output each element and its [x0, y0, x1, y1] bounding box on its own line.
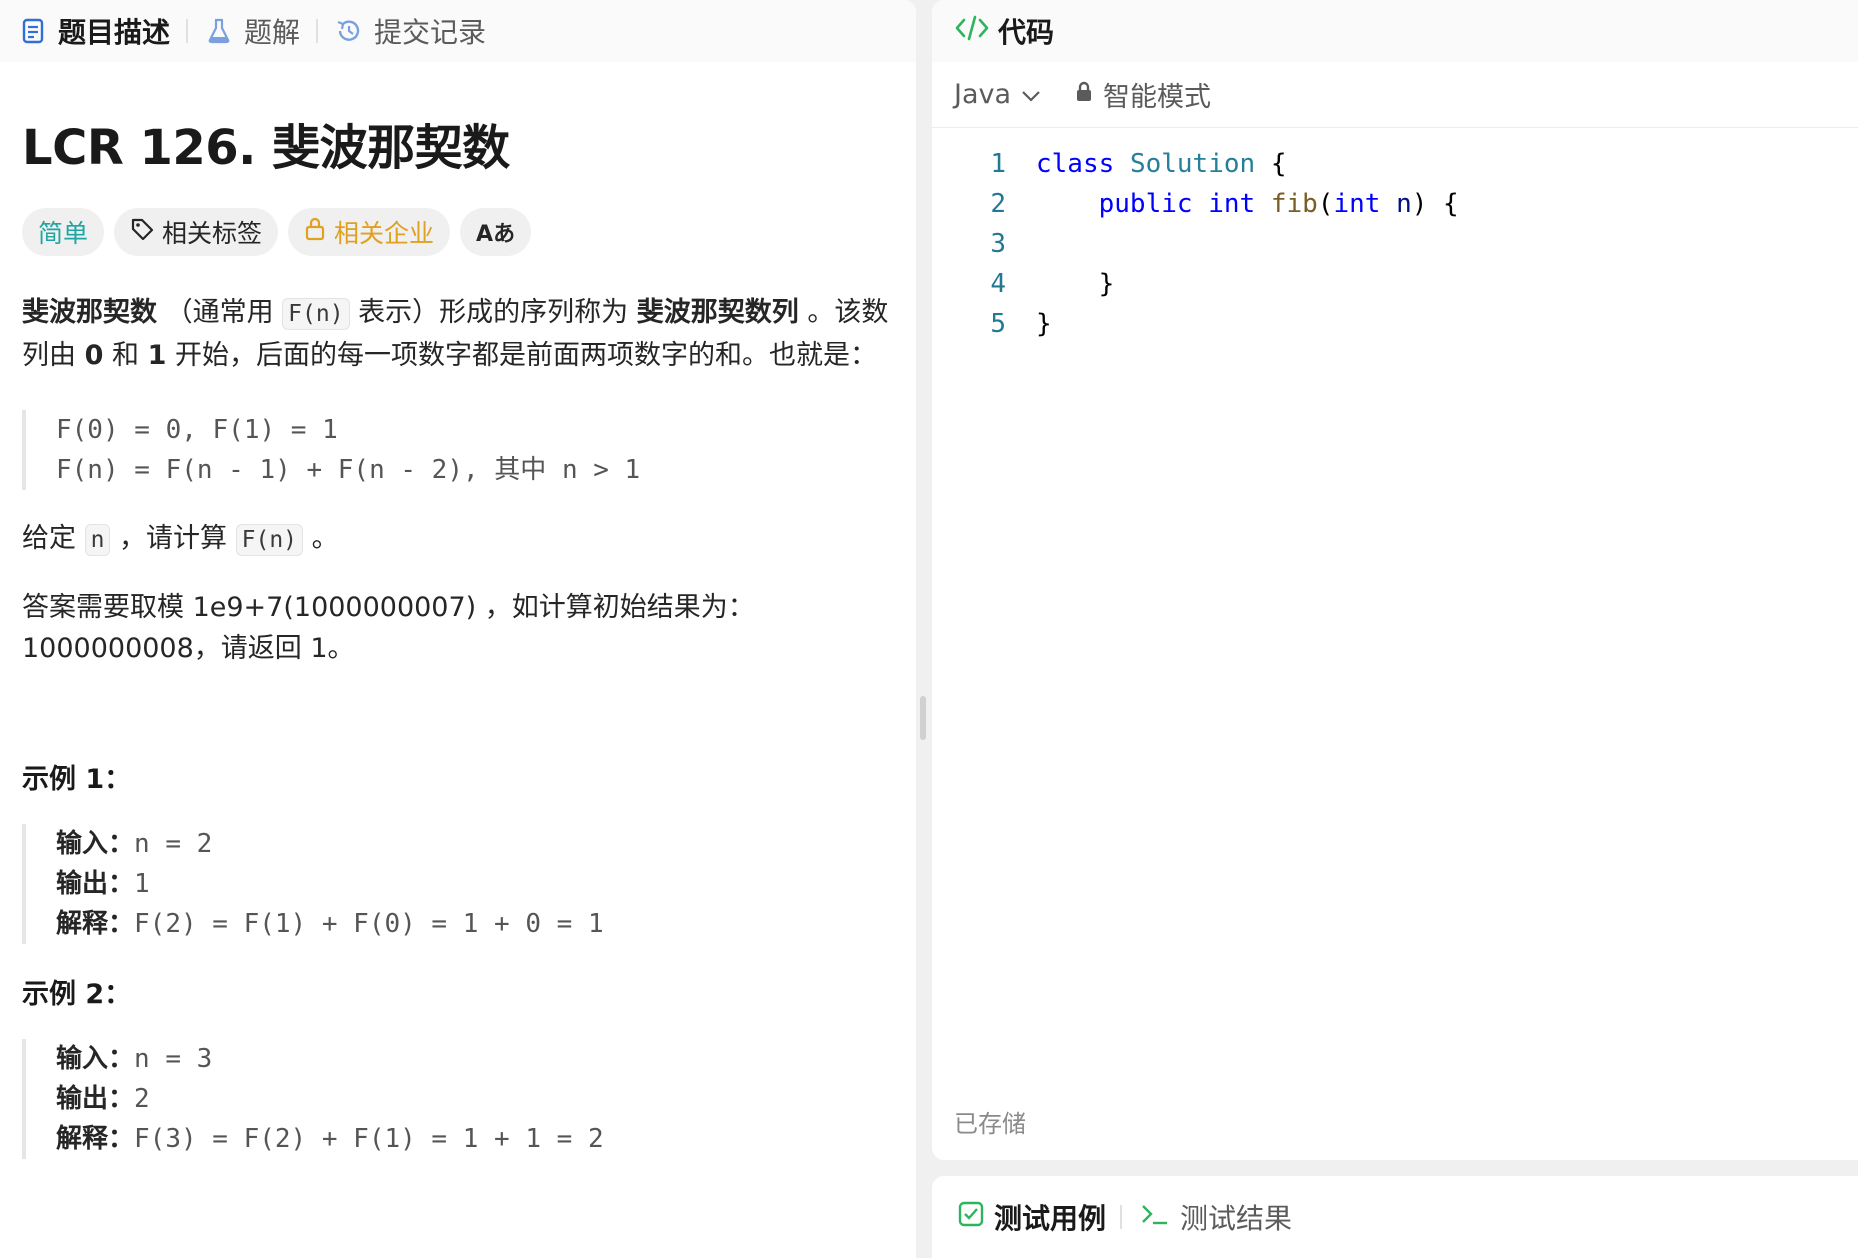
code-line: 5 }: [932, 304, 1858, 344]
related-companies-label: 相关企业: [334, 219, 435, 248]
example-explanation: F(2) = F(1) + F(0) = 1 + 0 = 1: [134, 909, 604, 939]
code-line: 1 class Solution {: [932, 144, 1858, 184]
language-select[interactable]: Java: [954, 79, 1041, 110]
desc-bold-seq: 斐波那契数列: [636, 297, 799, 328]
tab-divider: [186, 19, 189, 43]
line-number: 5: [990, 309, 1006, 339]
example-2-title: 示例 2：: [22, 979, 132, 1010]
left-tab-bar: 题目描述 题解 提交记录: [0, 0, 916, 62]
given-text: ，请计算: [110, 523, 236, 554]
desc-bold-one: 1: [147, 340, 167, 371]
code-panel-header: 代码: [932, 0, 1858, 62]
desc-text: （通常用: [157, 297, 283, 328]
code-line: 4 }: [932, 264, 1858, 304]
tab-description-label: 题目描述: [58, 16, 171, 49]
tab-submissions-label: 提交记录: [374, 16, 487, 49]
code-panel-title: 代码: [998, 16, 1055, 49]
example-1-title: 示例 1：: [22, 764, 132, 795]
tab-submissions[interactable]: 提交记录: [334, 0, 502, 62]
related-tags-button[interactable]: 相关标签: [114, 208, 279, 256]
panel-resize-handle[interactable]: [920, 696, 926, 740]
tab-description[interactable]: 题目描述: [18, 0, 186, 62]
input-label: 输入：: [56, 829, 135, 859]
explanation-label: 解释：: [56, 1124, 135, 1154]
desc-bold-zero: 0: [84, 340, 104, 371]
line-number: 1: [990, 149, 1006, 179]
translate-icon: Aあ: [476, 222, 516, 247]
inline-code: n: [84, 524, 111, 556]
example-1-block: 输入：n = 2 输出：1 解释：F(2) = F(1) + F(0) = 1 …: [22, 824, 894, 944]
related-companies-button[interactable]: 相关企业: [288, 208, 451, 256]
code-panel: 代码 Java 智能模式 1 class Solution { 2 public…: [932, 0, 1858, 1160]
formula-line: F(0) = 0, F(1) = 1: [56, 415, 338, 445]
smart-mode-label: 智能模式: [1103, 82, 1212, 113]
desc-text: 和: [103, 340, 148, 371]
tab-test-results-label: 测试结果: [1180, 1202, 1293, 1235]
lock-icon: [1075, 79, 1093, 110]
problem-content: LCR 126. 斐波那契数 简单 相关标签 相关企业 Aあ 斐波那契数 （通常…: [0, 108, 916, 1159]
test-panel-tabs: 测试用例 测试结果: [932, 1176, 1858, 1258]
example-explanation: F(3) = F(2) + F(1) = 1 + 1 = 2: [134, 1124, 604, 1154]
editor-toolbar: Java 智能模式: [932, 62, 1858, 128]
example-input: n = 3: [134, 1044, 213, 1074]
given-text: 。: [303, 523, 339, 554]
line-number: 4: [990, 269, 1006, 299]
line-number: 3: [990, 229, 1006, 259]
terminal-icon: [1140, 1201, 1170, 1234]
smart-mode-button[interactable]: 智能模式: [1075, 75, 1211, 114]
desc-bold-fib: 斐波那契数: [22, 297, 157, 328]
inline-code: F(n): [235, 524, 304, 556]
flask-icon: [204, 16, 234, 46]
example-input: n = 2: [134, 829, 213, 859]
history-icon: [334, 16, 364, 46]
code-line: 2 public int fib(int n) {: [932, 184, 1858, 224]
lock-icon: [304, 217, 326, 247]
code-text: }: [1036, 269, 1115, 299]
given-statement: 给定 n ，请计算 F(n) 。: [22, 518, 894, 561]
tab-test-results[interactable]: 测试结果: [1140, 1197, 1292, 1237]
code-line: 3: [932, 224, 1858, 264]
checkbox-icon: [958, 1201, 984, 1234]
tag-row: 简单 相关标签 相关企业 Aあ: [22, 208, 894, 256]
code-text: public int fib(int n) {: [1098, 189, 1459, 219]
example-2-block: 输入：n = 3 输出：2 解释：F(3) = F(2) + F(1) = 1 …: [22, 1039, 894, 1159]
output-label: 输出：: [56, 1084, 135, 1114]
line-number: 2: [990, 189, 1006, 219]
tab-divider: [1120, 1205, 1123, 1229]
input-label: 输入：: [56, 1044, 135, 1074]
given-text: 给定: [22, 523, 85, 554]
desc-text: 开始，后面的每一项数字都是前面两项数字的和。也就是：: [166, 340, 877, 371]
modulo-note: 答案需要取模 1e9+7(1000000007) ，如计算初始结果为：10000…: [22, 592, 755, 664]
chevron-down-icon: [1021, 79, 1041, 110]
code-text: }: [1036, 309, 1052, 339]
code-icon: [954, 14, 990, 49]
difficulty-label: 简单: [38, 219, 89, 248]
problem-panel: 题目描述 题解 提交记录 LCR 126. 斐波那契数 简单 相关标签 相关企业…: [0, 0, 916, 1258]
tab-divider: [316, 19, 319, 43]
tab-test-cases[interactable]: 测试用例: [958, 1197, 1106, 1237]
tag-icon: [130, 217, 154, 247]
problem-description: 斐波那契数 （通常用 F(n) 表示）形成的序列称为 斐波那契数列 。该数列由 …: [22, 292, 894, 376]
explanation-label: 解释：: [56, 909, 135, 939]
tab-solutions[interactable]: 题解: [204, 0, 316, 62]
description-icon: [18, 16, 48, 46]
formula-block: F(0) = 0, F(1) = 1 F(n) = F(n - 1) + F(n…: [22, 410, 894, 490]
tab-test-cases-label: 测试用例: [994, 1202, 1107, 1235]
tab-solutions-label: 题解: [244, 16, 301, 49]
language-label: Java: [954, 79, 1012, 110]
code-editor[interactable]: 1 class Solution { 2 public int fib(int …: [932, 128, 1858, 344]
inline-code: F(n): [282, 298, 350, 330]
output-label: 输出：: [56, 869, 135, 899]
code-text: class Solution {: [1036, 149, 1287, 179]
example-output: 1: [134, 869, 150, 899]
related-tags-label: 相关标签: [162, 219, 263, 248]
difficulty-badge[interactable]: 简单: [22, 208, 105, 256]
desc-text: 表示）形成的序列称为: [349, 297, 637, 328]
translate-button[interactable]: Aあ: [460, 208, 532, 256]
example-output: 2: [134, 1084, 150, 1114]
saved-status: 已存储: [954, 1110, 1026, 1138]
problem-title: LCR 126. 斐波那契数: [22, 120, 510, 176]
formula-line: F(n) = F(n - 1) + F(n - 2), 其中 n > 1: [56, 455, 641, 485]
